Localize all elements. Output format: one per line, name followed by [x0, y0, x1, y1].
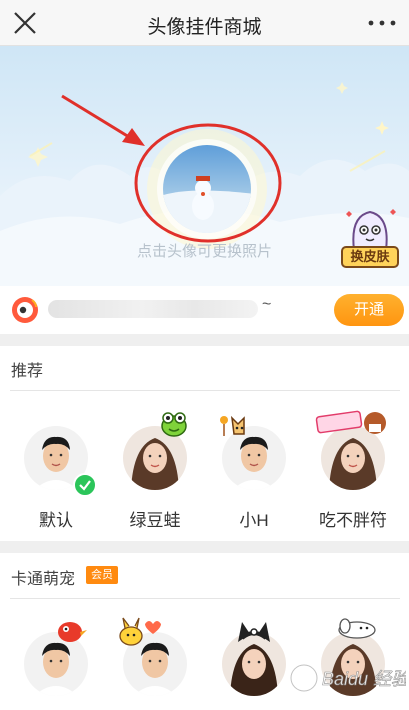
watermark-text: Baidu 经验	[322, 669, 406, 689]
change-skin-label: 换皮肤	[341, 246, 399, 268]
top-bar: 头像挂件商城	[0, 0, 409, 46]
member-row: ~ 开通	[0, 286, 409, 334]
green-frog-pendant-icon	[161, 412, 187, 437]
username-blurred	[48, 300, 258, 318]
open-membership-button[interactable]: 开通	[334, 294, 404, 326]
pendant-item-little-h[interactable]: 小H	[214, 415, 294, 530]
vip-tag: 会员	[86, 566, 118, 584]
section-gap	[0, 334, 409, 346]
more-icon[interactable]	[365, 12, 399, 34]
divider	[10, 390, 400, 391]
pendant-name: 绿豆蛙	[129, 511, 181, 530]
cat-pendant-icon	[220, 415, 245, 436]
selected-check-icon	[73, 473, 97, 497]
section-gap	[0, 541, 409, 553]
pendant-item-default[interactable]: 默认	[16, 418, 97, 530]
weibo-badge-icon	[12, 297, 38, 323]
baidu-watermark: Baidu 经验	[290, 663, 406, 693]
change-skin-button[interactable]: 换皮肤	[338, 206, 402, 272]
section-title-cartoon: 卡通萌宠	[11, 571, 76, 588]
avatar-hero: 点击头像可更换照片 换皮肤	[0, 46, 409, 286]
pendant-item-green-frog[interactable]: 绿豆蛙	[115, 412, 195, 530]
pendant-name: 默认	[39, 511, 73, 530]
puppy-pendant-icon	[338, 618, 376, 639]
pendant-name: 吃不胖符	[319, 511, 387, 530]
divider	[10, 598, 400, 599]
yellow-rabbit-pendant-icon	[119, 617, 161, 646]
pendant-item[interactable]	[115, 617, 195, 710]
pendant-item[interactable]	[16, 618, 96, 710]
pendant-item-eat-no-fat[interactable]: 吃不胖符	[313, 410, 393, 530]
username-suffix: ~	[262, 296, 272, 313]
charm-pendant-icon	[315, 410, 386, 434]
section-title-recommend: 推荐	[11, 363, 44, 380]
pendant-item[interactable]	[214, 618, 294, 710]
pendant-name: 小H	[239, 511, 269, 530]
cat-ears-pendant-icon	[238, 622, 270, 642]
red-bird-pendant-icon	[58, 622, 87, 642]
page-title: 头像挂件商城	[147, 17, 262, 38]
